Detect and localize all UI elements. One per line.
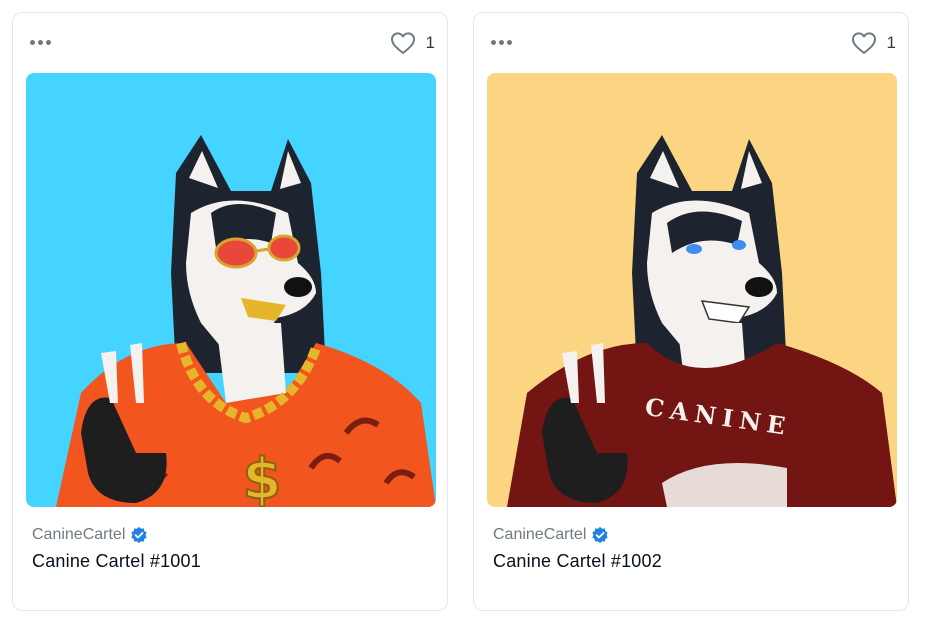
verified-badge-icon (591, 526, 609, 544)
favorite-button[interactable]: 1 (390, 29, 435, 57)
nft-card[interactable]: 1 CANINE CanineCartel Canine Cartel #100… (473, 12, 909, 611)
heart-outline-icon (851, 32, 876, 54)
item-name[interactable]: Canine Cartel #1001 (32, 551, 431, 572)
item-name[interactable]: Canine Cartel #1002 (493, 551, 892, 572)
more-dot (30, 39, 35, 45)
nft-card-grid: 1 $ CanineCartel Canine Cartel #1001 1 C… (0, 0, 925, 629)
collection-link[interactable]: CanineCartel (32, 521, 431, 549)
favorite-count: 1 (425, 33, 435, 52)
card-header: 1 (474, 13, 908, 73)
card-meta: CanineCartel Canine Cartel #1001 (32, 521, 431, 572)
nft-image[interactable]: $ (26, 73, 436, 507)
favorite-count: 1 (886, 33, 896, 52)
collection-name: CanineCartel (32, 526, 126, 543)
husky-artwork: $ (26, 73, 436, 507)
collection-name: CanineCartel (493, 526, 587, 543)
heart-outline-icon (390, 32, 415, 54)
more-dot (46, 39, 51, 45)
favorite-button[interactable]: 1 (851, 29, 896, 57)
more-options-button[interactable] (30, 33, 58, 51)
nft-image[interactable]: CANINE (487, 73, 897, 507)
more-dot (38, 39, 43, 45)
nft-card[interactable]: 1 $ CanineCartel Canine Cartel #1001 (12, 12, 448, 611)
svg-text:$: $ (243, 447, 282, 507)
card-header: 1 (13, 13, 447, 73)
more-dot (507, 39, 512, 45)
more-options-button[interactable] (491, 33, 519, 51)
collection-link[interactable]: CanineCartel (493, 521, 892, 549)
verified-badge-icon (130, 526, 148, 544)
card-meta: CanineCartel Canine Cartel #1002 (493, 521, 892, 572)
more-dot (499, 39, 504, 45)
more-dot (491, 39, 496, 45)
husky-artwork: CANINE (487, 73, 897, 507)
